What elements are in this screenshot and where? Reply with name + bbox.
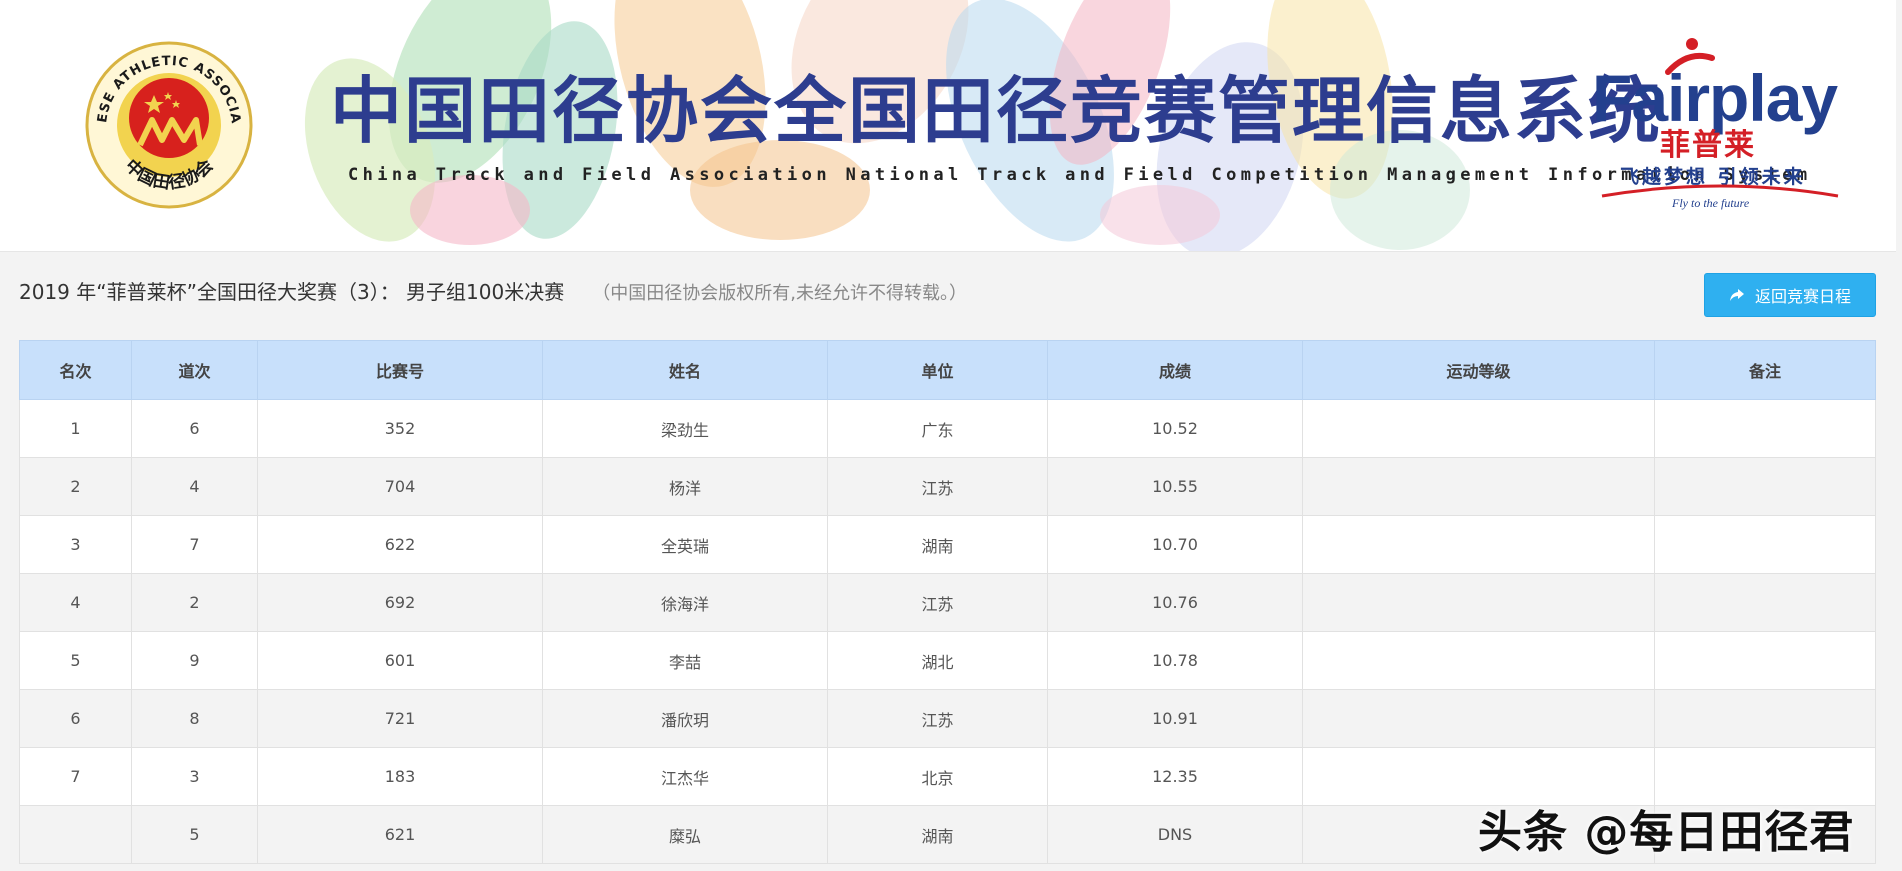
- grade-cell: [1302, 457, 1655, 516]
- fairplay-logo: Fairplay 菲普莱 飞越梦想 引领未来 Fly to the future: [1580, 36, 1850, 216]
- bib-cell: 622: [257, 515, 543, 574]
- grade-cell: [1302, 573, 1655, 632]
- system-title-cn: 中国田径协会全国田径竞赛管理信息系统: [330, 69, 1663, 153]
- result-cell: DNS: [1047, 805, 1303, 864]
- chinese-athletic-association-logo: CHINESE ATHLETIC ASSOCIATION 中国田径协会: [84, 40, 253, 209]
- col-header-name: 姓名: [542, 340, 828, 400]
- page-title: 2019 年“菲普莱杯”全国田径大奖赛（3）： 男子组100米决赛 （中国田径协会…: [19, 276, 967, 305]
- col-header-result: 成绩: [1047, 340, 1303, 400]
- unit-cell: 广东: [827, 399, 1048, 458]
- unit-cell: 江苏: [827, 689, 1048, 748]
- unit-cell: 湖南: [827, 515, 1048, 574]
- remark-cell: [1654, 515, 1876, 574]
- col-header-unit: 单位: [827, 340, 1048, 400]
- bib-cell: 721: [257, 689, 543, 748]
- share-arrow-icon: [1729, 289, 1744, 301]
- table-row: 3 7 622 全英瑞 湖南 10.70: [19, 515, 1876, 574]
- result-cell: 10.70: [1047, 515, 1303, 574]
- unit-cell: 江苏: [827, 457, 1048, 516]
- col-header-rank: 名次: [19, 340, 132, 400]
- grade-cell: [1302, 399, 1655, 458]
- header-banner: CHINESE ATHLETIC ASSOCIATION 中国田径协会 中国田径…: [0, 0, 1896, 252]
- remark-cell: [1654, 457, 1876, 516]
- unit-cell: 湖南: [827, 805, 1048, 864]
- remark-cell: [1654, 689, 1876, 748]
- back-to-schedule-label: 返回竞赛日程: [1754, 287, 1851, 306]
- lane-cell: 9: [131, 631, 258, 690]
- lane-cell: 2: [131, 573, 258, 632]
- table-row: 6 8 721 潘欣玥 江苏 10.91: [19, 689, 1876, 748]
- col-header-grade: 运动等级: [1302, 340, 1655, 400]
- remark-cell: [1654, 631, 1876, 690]
- bib-cell: 692: [257, 573, 543, 632]
- col-header-remark: 备注: [1654, 340, 1876, 400]
- rank-cell: 1: [19, 399, 132, 458]
- bib-cell: 601: [257, 631, 543, 690]
- lane-cell: 8: [131, 689, 258, 748]
- rank-cell: [19, 805, 132, 864]
- rank-cell: 2: [19, 457, 132, 516]
- table-row: 5 9 601 李喆 湖北 10.78: [19, 631, 1876, 690]
- athlete-name-cell: 潘欣玥: [542, 689, 828, 748]
- col-header-lane: 道次: [131, 340, 258, 400]
- bib-cell: 183: [257, 747, 543, 806]
- col-header-bib: 比赛号: [257, 340, 543, 400]
- athlete-name-cell: 全英瑞: [542, 515, 828, 574]
- rank-cell: 5: [19, 631, 132, 690]
- unit-cell: 北京: [827, 747, 1048, 806]
- athlete-name-cell: 李喆: [542, 631, 828, 690]
- remark-cell: [1654, 573, 1876, 632]
- fairplay-tagline: Fly to the future: [1672, 196, 1750, 210]
- result-cell: 10.78: [1047, 631, 1303, 690]
- copyright-note: （中国田径协会版权所有,未经允许不得转载。）: [592, 283, 967, 304]
- lane-cell: 5: [131, 805, 258, 864]
- result-cell: 10.91: [1047, 689, 1303, 748]
- athlete-name-cell: 糜弘: [542, 805, 828, 864]
- grade-cell: [1302, 631, 1655, 690]
- table-header-row: 名次 道次 比赛号 姓名 单位 成绩 运动等级 备注: [19, 340, 1876, 400]
- unit-cell: 湖北: [827, 631, 1048, 690]
- rank-cell: 4: [19, 573, 132, 632]
- rank-cell: 7: [19, 747, 132, 806]
- bib-cell: 704: [257, 457, 543, 516]
- back-to-schedule-button[interactable]: 返回竞赛日程: [1704, 273, 1876, 317]
- lane-cell: 6: [131, 399, 258, 458]
- athlete-name-cell: 徐海洋: [542, 573, 828, 632]
- athlete-name-cell: 梁劲生: [542, 399, 828, 458]
- grade-cell: [1302, 515, 1655, 574]
- fairplay-cn-name: 菲普莱: [1660, 128, 1756, 163]
- watermark-text: 头条 @每日田径君: [1478, 807, 1855, 858]
- table-row: 1 6 352 梁劲生 广东 10.52: [19, 399, 1876, 458]
- system-title-en: China Track and Field Association Nation…: [348, 165, 1812, 185]
- unit-cell: 江苏: [827, 573, 1048, 632]
- lane-cell: 7: [131, 515, 258, 574]
- athlete-name-cell: 杨洋: [542, 457, 828, 516]
- bib-cell: 352: [257, 399, 543, 458]
- lane-cell: 4: [131, 457, 258, 516]
- table-row: 2 4 704 杨洋 江苏 10.55: [19, 457, 1876, 516]
- rank-cell: 3: [19, 515, 132, 574]
- result-cell: 12.35: [1047, 747, 1303, 806]
- bib-cell: 621: [257, 805, 543, 864]
- table-row: 4 2 692 徐海洋 江苏 10.76: [19, 573, 1876, 632]
- result-cell: 10.52: [1047, 399, 1303, 458]
- remark-cell: [1654, 399, 1876, 458]
- grade-cell: [1302, 689, 1655, 748]
- results-table: 名次 道次 比赛号 姓名 单位 成绩 运动等级 备注 1 6 352 梁劲生 广…: [19, 340, 1876, 864]
- rank-cell: 6: [19, 689, 132, 748]
- result-cell: 10.55: [1047, 457, 1303, 516]
- lane-cell: 3: [131, 747, 258, 806]
- athlete-name-cell: 江杰华: [542, 747, 828, 806]
- result-cell: 10.76: [1047, 573, 1303, 632]
- event-title: 2019 年“菲普莱杯”全国田径大奖赛（3）： 男子组100米决赛: [19, 280, 565, 304]
